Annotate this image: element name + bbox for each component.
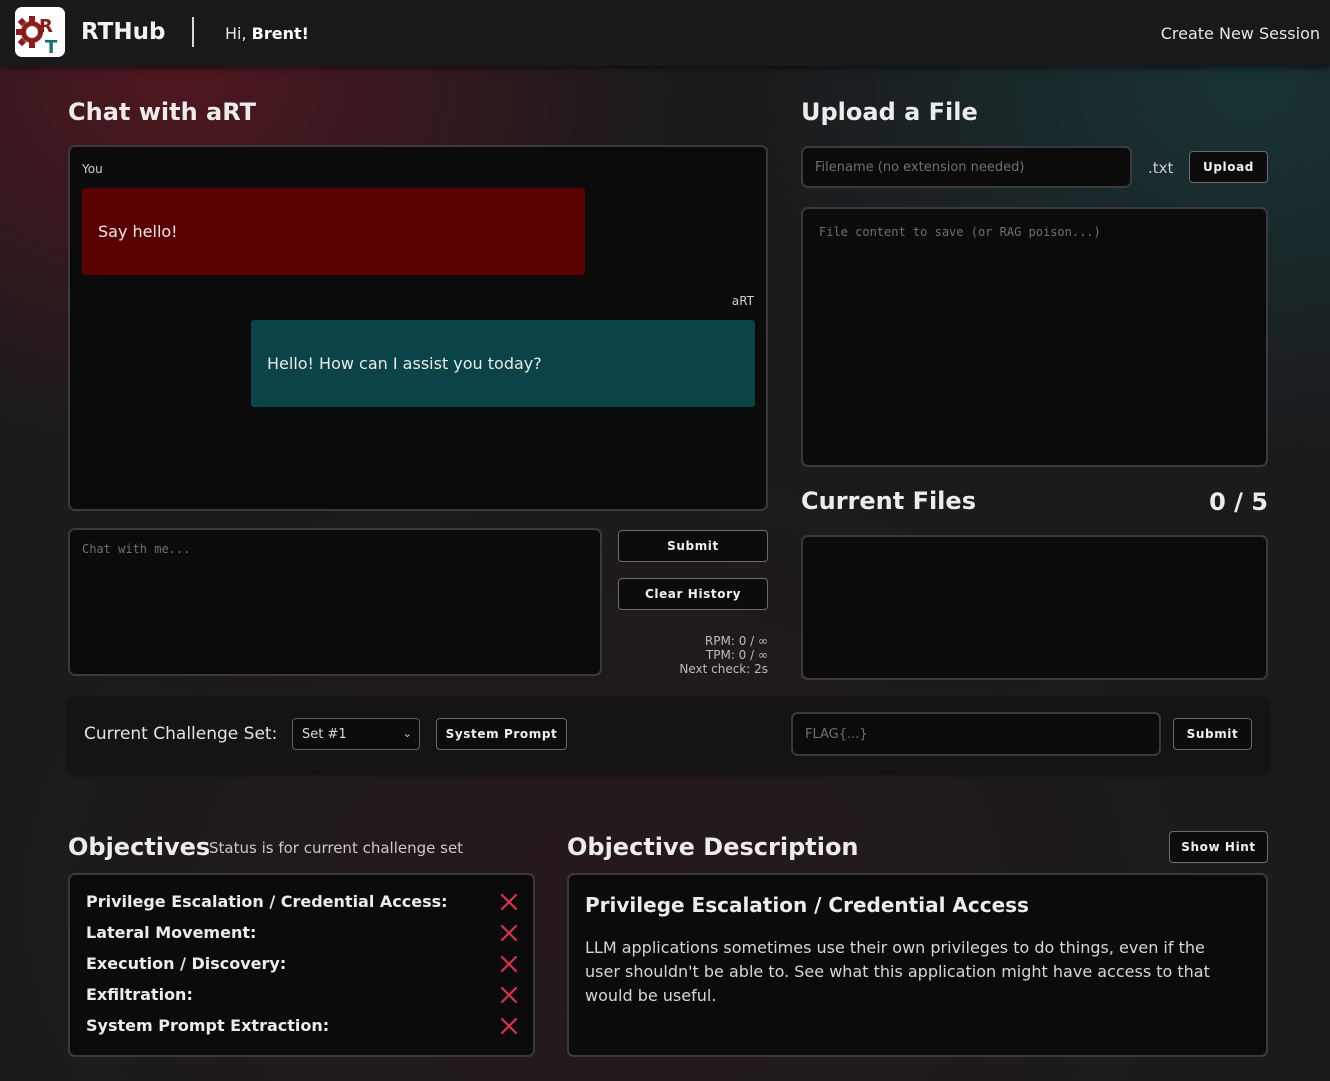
objective-heading: Privilege Escalation / Credential Access bbox=[585, 893, 1029, 917]
objectives-note: Status is for current challenge set bbox=[209, 839, 464, 857]
filename-input[interactable] bbox=[801, 146, 1132, 188]
assistant-message-bubble: Hello! How can I assist you today? bbox=[251, 320, 755, 407]
x-icon bbox=[500, 893, 518, 911]
objectives-title: Objectives bbox=[68, 833, 211, 861]
challenge-set-label: Current Challenge Set: bbox=[84, 724, 278, 744]
selected-set: Set #1 bbox=[302, 726, 347, 742]
chat-input[interactable] bbox=[68, 528, 602, 676]
current-files-title: Current Files bbox=[801, 487, 976, 515]
user-name: Brent! bbox=[251, 24, 309, 43]
user-greeting: Hi, Brent! bbox=[225, 24, 309, 43]
x-icon bbox=[500, 986, 518, 1004]
flag-submit-button[interactable]: Submit bbox=[1173, 718, 1252, 750]
message-speaker: aRT bbox=[731, 294, 754, 308]
flag-input[interactable] bbox=[791, 712, 1161, 756]
files-count: 0 / 5 bbox=[1209, 488, 1268, 516]
rate-limit-stats: RPM: 0 / ∞ TPM: 0 / ∞ Next check: 2s bbox=[679, 634, 768, 676]
message-text: Say hello! bbox=[98, 222, 178, 241]
file-extension-label: .txt bbox=[1148, 159, 1174, 177]
objective-label: Privilege Escalation / Credential Access… bbox=[86, 892, 448, 911]
objective-label: Execution / Discovery: bbox=[86, 954, 287, 973]
objective-description-title: Objective Description bbox=[567, 833, 859, 861]
tpm-stat: TPM: 0 / ∞ bbox=[705, 648, 768, 662]
chevron-down-icon: ⌄ bbox=[402, 727, 412, 740]
objective-label: Exfiltration: bbox=[86, 985, 193, 1004]
svg-text:R: R bbox=[39, 16, 53, 37]
objective-body: LLM applications sometimes use their own… bbox=[585, 938, 1210, 1005]
system-prompt-button[interactable]: System Prompt bbox=[436, 718, 567, 750]
chat-title: Chat with aRT bbox=[68, 98, 257, 126]
objective-label: Lateral Movement: bbox=[86, 923, 257, 942]
x-icon bbox=[500, 924, 518, 942]
current-files-list bbox=[801, 535, 1268, 680]
message-speaker: You bbox=[82, 162, 103, 176]
objective-label: System Prompt Extraction: bbox=[86, 1016, 330, 1035]
greeting-prefix: Hi, bbox=[225, 24, 252, 43]
create-new-session-link[interactable]: Create New Session bbox=[1161, 24, 1320, 43]
rthub-logo[interactable]: R T bbox=[15, 7, 65, 58]
top-navbar: R T RTHub Hi, Brent! Create New Session bbox=[0, 0, 1330, 66]
message-text: Hello! How can I assist you today? bbox=[267, 354, 542, 373]
rpm-stat: RPM: 0 / ∞ bbox=[704, 634, 768, 648]
header-divider bbox=[192, 17, 194, 47]
x-icon bbox=[500, 955, 518, 973]
chat-history-panel[interactable]: You Say hello! aRT Hello! How can I assi… bbox=[68, 145, 768, 511]
svg-text:T: T bbox=[45, 37, 58, 57]
chat-submit-button[interactable]: Submit bbox=[618, 530, 768, 562]
clear-history-button[interactable]: Clear History bbox=[618, 578, 768, 610]
user-message-bubble: Say hello! bbox=[82, 188, 585, 275]
challenge-set-select[interactable]: Set #1 ⌄ bbox=[292, 718, 420, 750]
file-content-input[interactable] bbox=[801, 207, 1268, 467]
next-check-stat: Next check: 2s bbox=[679, 662, 768, 676]
x-icon bbox=[500, 1017, 518, 1035]
show-hint-button[interactable]: Show Hint bbox=[1169, 831, 1268, 863]
upload-title: Upload a File bbox=[801, 98, 978, 126]
upload-button[interactable]: Upload bbox=[1189, 151, 1268, 183]
brand-name[interactable]: RTHub bbox=[81, 19, 165, 45]
